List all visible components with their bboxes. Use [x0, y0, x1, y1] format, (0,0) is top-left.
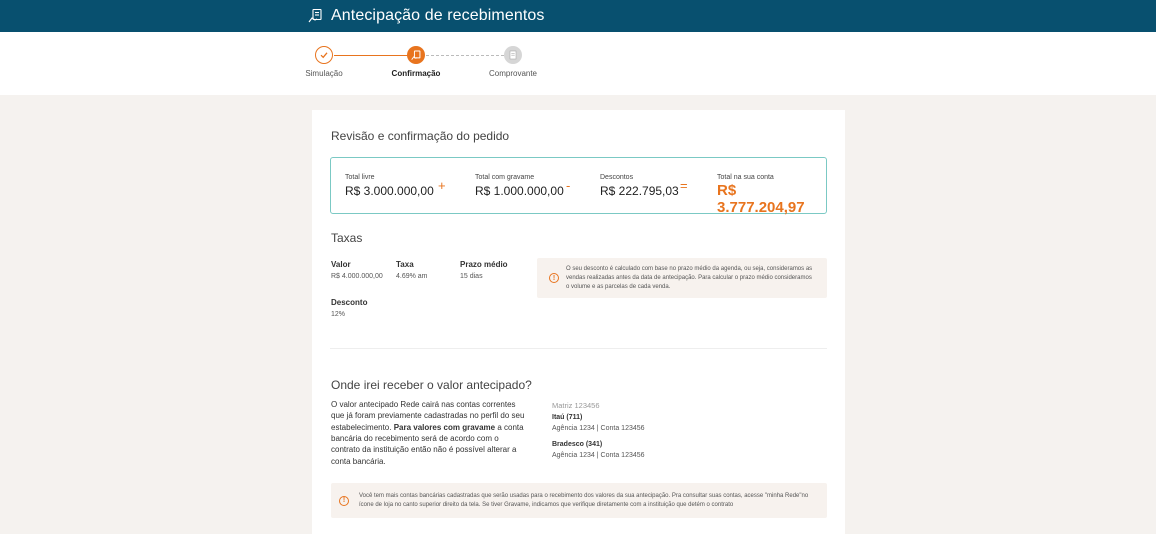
taxa-label: Taxa	[396, 260, 414, 269]
prazo-value: 15 dias	[460, 273, 483, 280]
bank-account: Agência 1234 | Conta 123456	[552, 452, 645, 459]
desconto-label: Desconto	[331, 298, 368, 307]
step-label: Confirmação	[391, 69, 441, 78]
desconto-value: 12%	[331, 311, 346, 318]
confirmation-card: Revisão e confirmação do pedido Total li…	[312, 110, 845, 534]
equals-operator: =	[680, 178, 688, 193]
stepper: Simulação Confirmação Comprovante	[0, 32, 1156, 95]
receipt-hand-icon	[308, 8, 324, 24]
taxas-info-box: ! O seu desconto é calculado com base no…	[537, 258, 827, 298]
minus-operator: -	[566, 178, 571, 193]
page-title: Antecipação de recebimentos	[331, 7, 545, 24]
total-gravame: Total com gravame R$ 1.000.000,00	[475, 174, 564, 198]
valor-value: R$ 4.000.000,00	[331, 273, 383, 280]
total-na-conta: Total na sua conta R$ 3.777.204,97	[717, 174, 805, 216]
bank-account: Agência 1234 | Conta 123456	[552, 425, 645, 432]
total-livre: Total livre R$ 3.000.000,00	[345, 174, 434, 198]
step-comprovante: Comprovante	[473, 46, 553, 78]
review-title: Revisão e confirmação do pedido	[331, 129, 510, 143]
prazo-label: Prazo médio	[460, 260, 508, 269]
descontos: Descontos R$ 222.795,03	[600, 174, 679, 198]
matriz-label: Matriz 123456	[552, 401, 600, 410]
taxas-title: Taxas	[331, 231, 363, 245]
step-confirmacao: Confirmação	[376, 46, 456, 78]
taxa-value: 4.69% am	[396, 273, 428, 280]
step-label: Comprovante	[488, 69, 538, 78]
receber-info-box: ! Você tem mais contas bancárias cadastr…	[331, 483, 827, 518]
receipt-hand-icon	[407, 46, 425, 64]
check-icon	[315, 46, 333, 64]
step-simulacao[interactable]: Simulação	[284, 46, 364, 78]
step-label: Simulação	[305, 69, 343, 78]
info-icon: !	[549, 273, 559, 283]
info-icon: !	[339, 495, 349, 506]
valor-label: Valor	[331, 260, 351, 269]
summary-box: Total livre R$ 3.000.000,00 + Total com …	[330, 157, 827, 216]
bank-name: Itaú (711)	[552, 414, 583, 421]
receber-info-text: Você tem mais contas bancárias cadastrad…	[359, 492, 809, 508]
bank-name: Bradesco (341)	[552, 441, 603, 448]
top-header: Antecipação de recebimentos	[0, 0, 1156, 32]
receber-paragraph: O valor antecipado Rede cairá nas contas…	[331, 400, 525, 466]
taxas-info-text: O seu desconto é calculado com base no p…	[566, 265, 813, 290]
divider	[330, 348, 827, 349]
receber-title: Onde irei receber o valor antecipado?	[331, 378, 532, 392]
document-icon	[504, 46, 522, 64]
plus-operator: +	[438, 178, 446, 193]
